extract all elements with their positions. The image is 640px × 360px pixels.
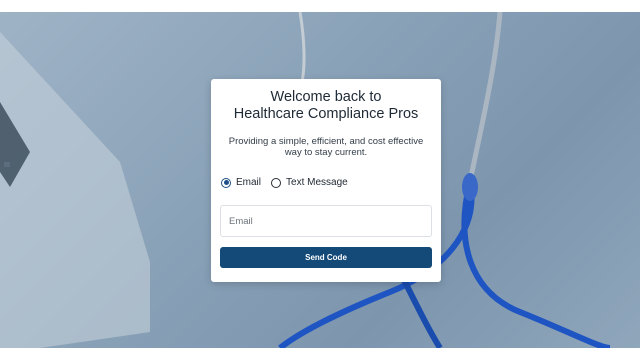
radio-email-label: Email	[236, 177, 262, 188]
radio-text-message[interactable]: Text Message	[271, 177, 348, 188]
title-line-2: Healthcare Compliance Pros	[233, 106, 419, 122]
subtitle: Providing a simple, efficient, and cost …	[228, 136, 424, 158]
radio-selected-dot	[223, 180, 229, 185]
radio-email-indicator[interactable]	[221, 177, 231, 188]
bottom-strip	[0, 348, 640, 360]
page-title: Welcome back to Healthcare Compliance Pr…	[211, 89, 441, 123]
radio-text-message-label: Text Message	[286, 177, 348, 188]
radio-email[interactable]: Email	[221, 177, 261, 188]
delivery-method-group: Email Text Message	[221, 177, 358, 188]
send-code-button[interactable]: Send Code	[220, 247, 432, 268]
title-line-1: Welcome back to	[270, 89, 382, 105]
login-card: Welcome back to Healthcare Compliance Pr…	[211, 79, 441, 282]
radio-text-message-indicator[interactable]	[271, 177, 282, 188]
email-field[interactable]	[220, 205, 432, 237]
